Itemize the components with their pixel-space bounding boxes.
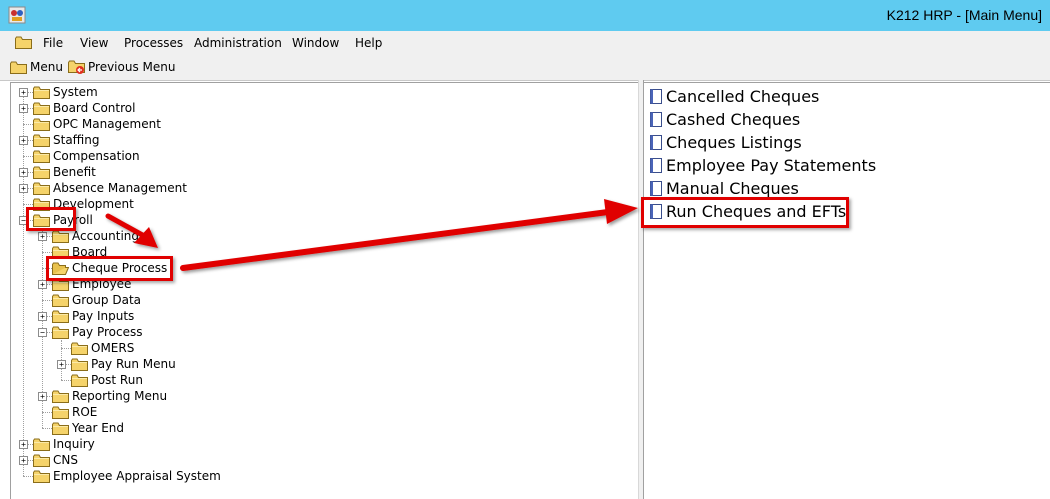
arrow-payroll-to-cheque <box>105 213 158 248</box>
arrow-cheque-to-run <box>180 199 638 271</box>
annotation-arrows <box>105 199 638 271</box>
